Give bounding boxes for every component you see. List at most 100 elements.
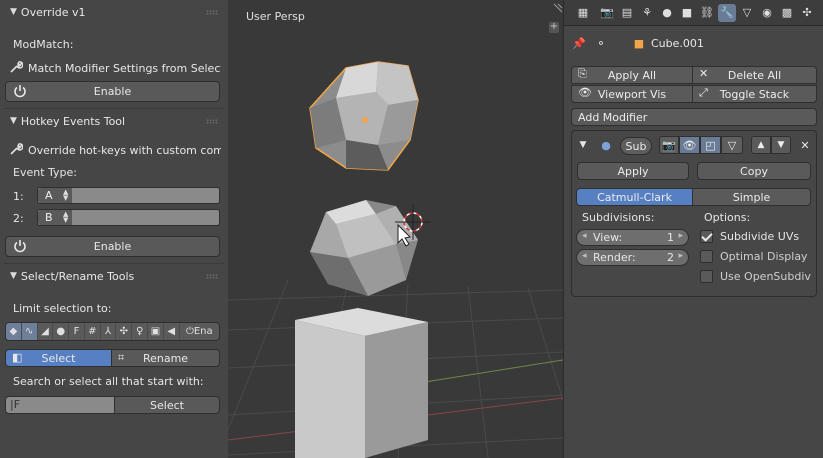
render-layers-tab-icon[interactable]: ▤ [618, 4, 636, 22]
empty-type-icon[interactable]: ✣ [116, 323, 133, 340]
remove-modifier-icon[interactable]: ✕ [796, 136, 814, 154]
event-type-label: Event Type: [13, 166, 77, 179]
curve-type-icon[interactable]: ∿ [21, 323, 38, 340]
toolshelf-toggle-icon[interactable]: + [549, 22, 559, 33]
apply-modifier-label: Apply [617, 164, 649, 178]
decrement-arrow-icon[interactable]: ◂ [582, 231, 587, 241]
drag-grip-icon[interactable] [206, 10, 218, 15]
pin-icon[interactable]: 📌 [570, 34, 588, 52]
copy-modifier-button[interactable]: Copy [697, 162, 811, 180]
material-tab-icon[interactable]: ◉ [758, 4, 776, 22]
physics-tab-icon[interactable]: ✣ [798, 4, 816, 22]
decrement-arrow-icon[interactable]: ◂ [582, 251, 587, 261]
world-tab-icon[interactable]: ● [658, 4, 676, 22]
select-mode-button[interactable]: ◧ Select [5, 349, 112, 367]
render-levels-field[interactable]: ◂ Render: 2 ▸ [576, 249, 689, 266]
view-levels-field[interactable]: ◂ View: 1 ▸ [576, 229, 689, 246]
camera-type-icon[interactable]: ▣ [148, 323, 164, 340]
override-panel-header[interactable]: ▼ Override v1 [0, 1, 228, 23]
eye-icon: 👁 [578, 86, 592, 99]
armature-type-icon[interactable]: ⅄ [101, 323, 117, 340]
override-hotkeys-label: Override hot-keys with custom com... [28, 143, 221, 157]
catmull-clark-label: Catmull-Clark [597, 190, 672, 204]
use-opensubdiv-checkbox[interactable] [700, 270, 713, 283]
search-input[interactable]: |F [5, 396, 115, 414]
realtime-toggle-icon[interactable]: 👁 [679, 136, 700, 154]
event-key-1-field[interactable]: A ▲ ▼ [37, 187, 220, 204]
constraints-tab-icon[interactable]: ⛓ [698, 4, 716, 22]
updown-arrows-icon[interactable]: ▲ ▼ [63, 211, 68, 224]
modmatch-label: ModMatch: [13, 38, 74, 51]
speaker-type-icon[interactable]: ◀ [164, 323, 180, 340]
object-tab-icon[interactable]: ■ [678, 4, 696, 22]
viewport-vis-button[interactable]: 👁 Viewport Vis [571, 85, 693, 103]
render-tab-icon[interactable]: 📷 [598, 4, 616, 22]
hotkey-enable-label: Enable [93, 240, 132, 253]
mesh-type-icon[interactable]: ◆ [6, 323, 22, 340]
enable-filter-button[interactable]: ⏻ Ena [180, 323, 219, 340]
surface-type-icon[interactable]: ◢ [38, 323, 54, 340]
scene-tab-icon[interactable]: ⚘ [638, 4, 656, 22]
hotkey-enable-button[interactable]: Enable [5, 236, 220, 257]
optimal-display-option[interactable]: Optimal Display [700, 250, 808, 263]
cube-icon: ◧ [12, 351, 23, 364]
increment-arrow-icon[interactable]: ▸ [678, 251, 683, 261]
texture-tab-icon[interactable]: ▩ [778, 4, 796, 22]
render-toggle-icon[interactable]: 📷 [659, 136, 679, 154]
move-up-icon[interactable]: ▲ [751, 136, 771, 154]
hotkey-panel-title: Hotkey Events Tool [20, 114, 126, 128]
updown-arrows-icon[interactable]: ▲ ▼ [63, 189, 68, 202]
use-opensubdiv-option[interactable]: Use OpenSubdiv [700, 270, 811, 283]
hotkey-panel-header[interactable]: ▼ Hotkey Events Tool [0, 110, 228, 132]
event-key-2-field[interactable]: B ▲ ▼ [37, 209, 220, 226]
editor-type-icon[interactable]: ▦ [570, 4, 596, 22]
subdivided-object[interactable] [310, 200, 418, 296]
select-rename-panel-header[interactable]: ▼ Select/Rename Tools [0, 265, 228, 287]
collapse-triangle-icon: ▼ [10, 116, 17, 126]
object-type-filter-strip: ◆ ∿ ◢ ● F # ⅄ ✣ ♀ ▣ ◀ ⏻ Ena [5, 322, 220, 341]
optimal-display-checkbox[interactable] [700, 250, 713, 263]
search-input-value: F [13, 398, 21, 411]
selected-object[interactable] [309, 61, 419, 171]
modifiers-tab-icon[interactable]: 🔧 [718, 3, 736, 22]
editmode-toggle-icon[interactable]: ◰ [700, 136, 721, 154]
toggle-stack-button[interactable]: ⤢ Toggle Stack [692, 85, 817, 103]
3d-viewport[interactable]: User Persp + [228, 0, 563, 458]
simple-option[interactable]: Simple [692, 188, 811, 206]
move-down-icon[interactable]: ▼ [771, 136, 791, 154]
rename-mode-button[interactable]: ⌗ Rename [111, 349, 220, 367]
apply-all-button[interactable]: ⎘ Apply All [571, 66, 693, 84]
search-select-button[interactable]: Select [114, 396, 220, 414]
modifier-name-field[interactable]: Sub [620, 137, 652, 155]
override-enable-button[interactable]: Enable [5, 81, 220, 102]
cube-object[interactable] [295, 308, 428, 458]
data-tab-icon[interactable]: ▽ [738, 4, 756, 22]
render-levels-label: Render: [593, 251, 636, 264]
match-modifier-operator[interactable]: Match Modifier Settings from Selected [9, 59, 221, 77]
lamp-type-icon[interactable]: ♀ [132, 323, 149, 340]
increment-arrow-icon[interactable]: ▸ [678, 231, 683, 241]
collapse-triangle-icon: ▼ [10, 271, 17, 281]
collapse-triangle-icon[interactable]: ▼ [574, 136, 592, 154]
cage-toggle-icon[interactable]: ▽ [721, 136, 743, 154]
wrench-icon [9, 142, 24, 159]
event-row-2-index: 2: [13, 212, 24, 225]
view-levels-value: 1 [667, 231, 674, 244]
enable-filter-label: Ena [193, 326, 213, 337]
divider [4, 263, 224, 264]
subdivide-uvs-checkbox[interactable] [700, 230, 713, 243]
catmull-clark-option[interactable]: Catmull-Clark [576, 188, 693, 206]
override-hotkeys-operator[interactable]: Override hot-keys with custom com... [9, 141, 221, 159]
drag-grip-icon[interactable] [206, 274, 218, 279]
add-modifier-dropdown[interactable]: Add Modifier [571, 108, 817, 126]
apply-modifier-button[interactable]: Apply [577, 162, 689, 180]
apply-all-label: Apply All [607, 68, 657, 82]
delete-all-button[interactable]: ✕ Delete All [692, 66, 817, 84]
lattice-type-icon[interactable]: # [85, 323, 101, 340]
limit-selection-label: Limit selection to: [13, 302, 112, 315]
drag-grip-icon[interactable] [206, 119, 218, 124]
area-split-corner-icon[interactable] [553, 3, 563, 13]
meta-type-icon[interactable]: ● [53, 323, 70, 340]
text-type-icon[interactable]: F [69, 323, 85, 340]
subdivide-uvs-option[interactable]: Subdivide UVs [700, 230, 799, 243]
